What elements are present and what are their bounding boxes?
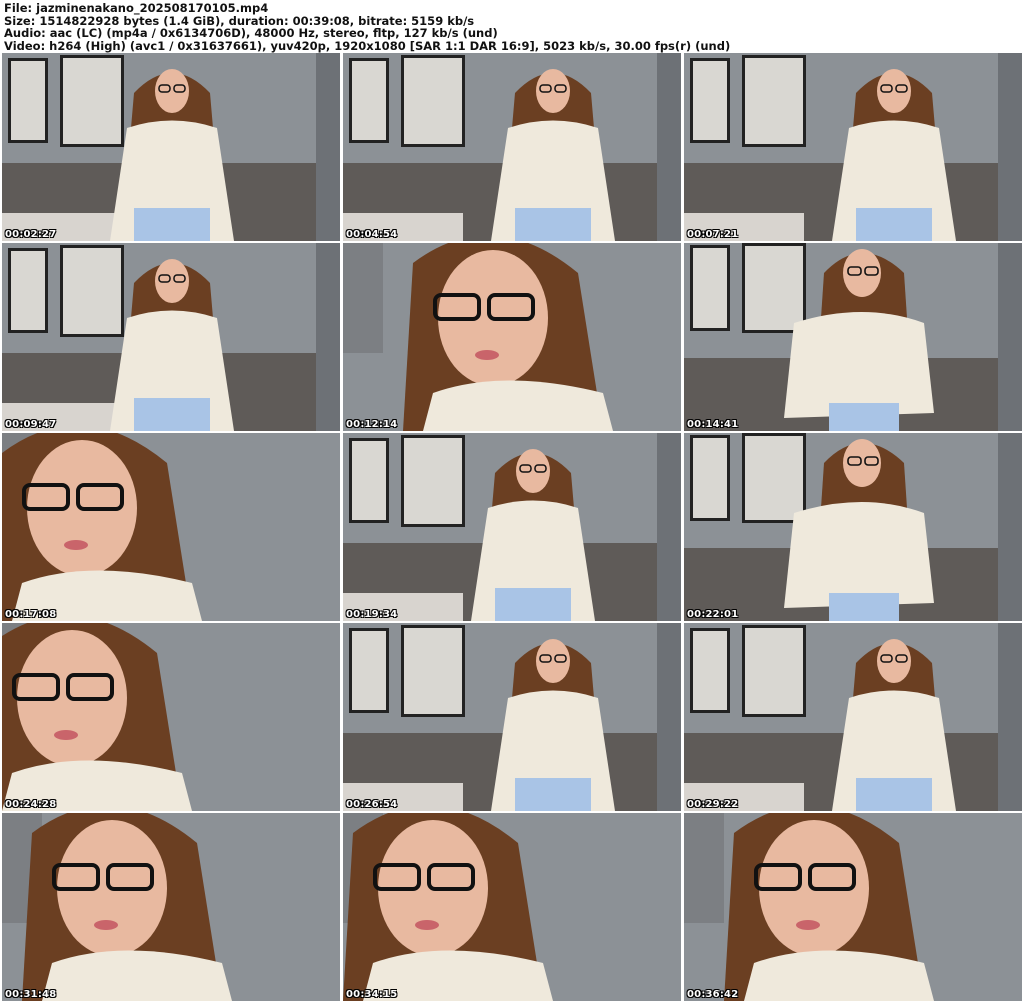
thumbnail-frame-image [684,433,1022,621]
thumbnail-frame-image [684,53,1022,241]
video-info-line: Video: h264 (High) (avc1 / 0x31637661), … [4,38,731,53]
thumbnail-timestamp: 00:02:27 [5,229,57,240]
thumbnail-timestamp: 00:29:22 [687,799,739,810]
thumbnail-frame-image [2,243,340,431]
thumbnail-timestamp: 00:36:42 [687,989,739,1000]
video-info-header: File: jazminenakano_202508170105.mp4 Siz… [0,0,1024,52]
audio-info-line: Audio: aac (LC) (mp4a / 0x6134706D), 480… [4,26,498,41]
thumbnail-timestamp: 00:12:14 [346,419,398,430]
video-thumbnail: 00:09:47 [2,243,340,431]
thumbnail-frame-image [343,623,681,811]
file-name-line: File: jazminenakano_202508170105.mp4 [4,1,269,15]
thumbnail-timestamp: 00:34:15 [346,989,398,1000]
thumbnail-timestamp: 00:17:08 [5,609,57,620]
thumbnail-timestamp: 00:09:47 [5,419,57,430]
video-thumbnail: 00:17:08 [2,433,340,621]
video-thumbnail: 00:34:15 [343,813,681,1001]
thumbnail-frame-image [343,243,681,431]
video-thumbnail: 00:31:48 [2,813,340,1001]
thumbnail-frame-image [684,623,1022,811]
thumbnail-frame-image [2,623,340,811]
video-thumbnail: 00:29:22 [684,623,1022,811]
thumbnail-frame-image [343,433,681,621]
thumbnail-frame-image [2,813,340,1001]
video-thumbnail: 00:24:28 [2,623,340,811]
thumbnail-timestamp: 00:19:34 [346,609,398,620]
video-thumbnail: 00:26:54 [343,623,681,811]
video-thumbnail: 00:12:14 [343,243,681,431]
thumbnail-timestamp: 00:24:28 [5,799,57,810]
video-thumbnail: 00:19:34 [343,433,681,621]
video-thumbnail: 00:07:21 [684,53,1022,241]
thumbnail-frame-image [343,813,681,1001]
thumbnail-frame-image [2,433,340,621]
thumbnail-timestamp: 00:22:01 [687,609,739,620]
video-thumbnail: 00:02:27 [2,53,340,241]
thumbnail-timestamp: 00:04:54 [346,229,398,240]
thumbnail-timestamp: 00:31:48 [5,989,57,1000]
video-thumbnail: 00:14:41 [684,243,1022,431]
thumbnail-timestamp: 00:26:54 [346,799,398,810]
thumbnail-timestamp: 00:14:41 [687,419,739,430]
thumbnail-frame-image [343,53,681,241]
video-thumbnail: 00:04:54 [343,53,681,241]
video-thumbnail: 00:22:01 [684,433,1022,621]
video-thumbnail: 00:36:42 [684,813,1022,1001]
thumbnail-frame-image [684,813,1022,1001]
thumbnail-frame-image [2,53,340,241]
thumbnail-frame-image [684,243,1022,431]
thumbnail-timestamp: 00:07:21 [687,229,739,240]
thumbnail-grid: 00:02:27 00:04:54 00:07:21 00:09:47 00:1… [2,53,1022,1003]
